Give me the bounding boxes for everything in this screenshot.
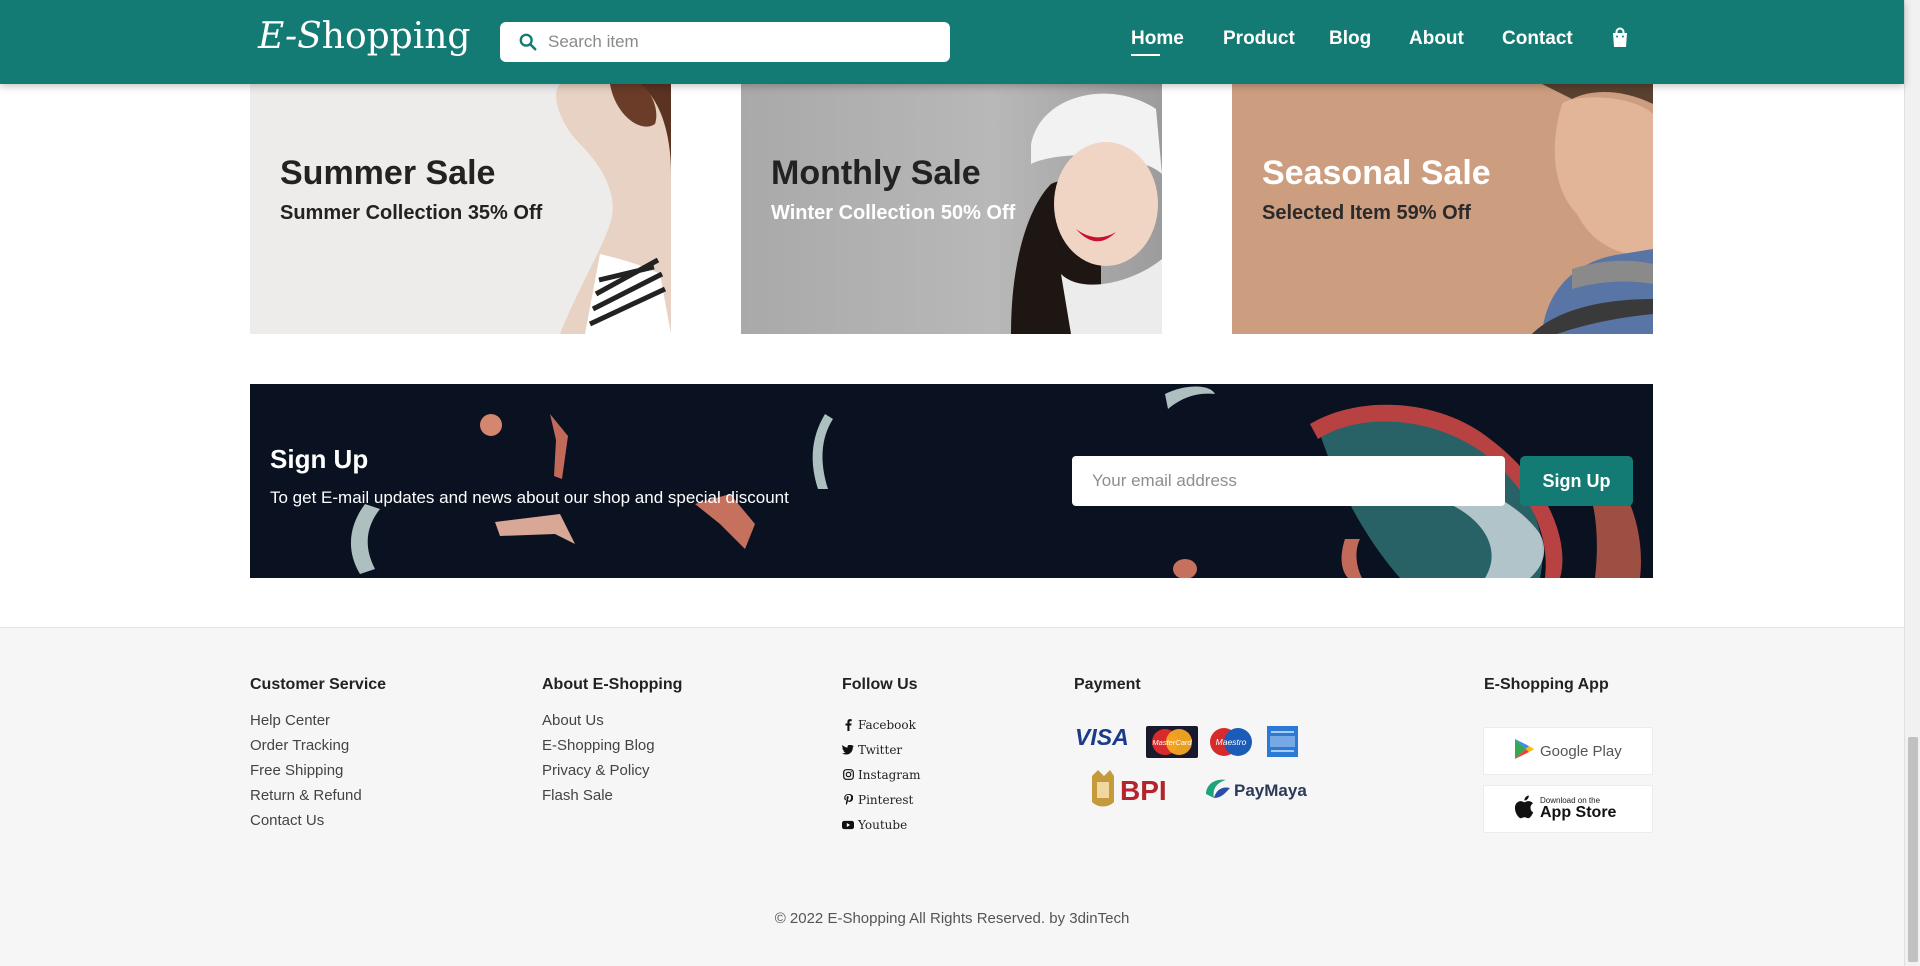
apple-icon (1514, 795, 1534, 824)
logo-rest: hopping (321, 16, 471, 57)
footer-link-about-us[interactable]: About Us (542, 712, 682, 737)
banner-title: Seasonal Sale (1262, 154, 1491, 192)
google-play-button[interactable]: Google Play (1483, 727, 1653, 775)
footer-link-order-tracking[interactable]: Order Tracking (250, 737, 386, 762)
page-scrollbar[interactable] (1904, 0, 1920, 966)
footer-app: E-Shopping App (1484, 676, 1609, 712)
newsletter-signup: Sign Up To get E-mail updates and news a… (250, 384, 1653, 578)
svg-text:BPI: BPI (1120, 775, 1167, 806)
footer-heading: Follow Us (842, 676, 918, 693)
maestro-logo: Maestro (1205, 726, 1257, 763)
mastercard-logo: MasterCard (1146, 726, 1198, 763)
svg-text:Maestro: Maestro (1216, 737, 1247, 747)
social-link-youtube[interactable]: Youtube (842, 812, 921, 837)
footer-heading: Customer Service (250, 676, 387, 693)
svg-text:VISA: VISA (1075, 725, 1129, 749)
social-link-facebook[interactable]: Facebook (842, 712, 921, 737)
footer-heading: Payment (1074, 676, 1141, 693)
google-play-icon (1514, 738, 1534, 765)
banner-subtitle: Winter Collection 50% Off (771, 202, 1016, 224)
banner-title: Monthly Sale (771, 154, 981, 192)
nav-contact[interactable]: Contact (1502, 28, 1573, 50)
paymaya-logo: PayMaya (1204, 776, 1316, 809)
shopping-bag-icon[interactable] (1610, 27, 1630, 54)
social-label: Instagram (858, 767, 921, 782)
bpi-logo: BPI (1088, 768, 1172, 817)
banner-subtitle: Selected Item 59% Off (1262, 202, 1471, 224)
footer-link-blog[interactable]: E-Shopping Blog (542, 737, 682, 762)
banner-seasonal-sale[interactable]: Seasonal Sale Selected Item 59% Off (1232, 84, 1653, 334)
social-label: Twitter (858, 742, 903, 757)
banner-title: Summer Sale (280, 154, 496, 192)
social-link-pinterest[interactable]: Pinterest (842, 787, 921, 812)
social-link-instagram[interactable]: Instagram (842, 762, 921, 787)
model-image (1011, 93, 1162, 334)
copyright-text: © 2022 E-Shopping All Rights Reserved. b… (774, 910, 1130, 927)
nav-about[interactable]: About (1409, 28, 1464, 50)
footer-link-flash-sale[interactable]: Flash Sale (542, 787, 682, 812)
twitter-icon (842, 744, 854, 756)
social-link-twitter[interactable]: Twitter (842, 737, 921, 762)
footer-link-contact-us[interactable]: Contact Us (250, 812, 386, 837)
google-play-label: Google Play (1540, 742, 1622, 760)
nav-home[interactable]: Home (1131, 28, 1184, 56)
amex-logo (1267, 726, 1298, 762)
footer-heading: About E-Shopping (542, 676, 683, 693)
search-bar (500, 22, 950, 62)
brand-logo[interactable]: E-Shopping (258, 16, 470, 57)
signup-description: To get E-mail updates and news about our… (270, 488, 789, 507)
footer-about: About E-Shopping About Us E-Shopping Blo… (542, 676, 682, 812)
search-input[interactable] (548, 32, 928, 52)
visa-logo: VISA (1075, 724, 1135, 754)
app-store-button[interactable]: Download on the App Store (1483, 785, 1653, 833)
app-store-text: Download on the App Store (1540, 797, 1616, 821)
social-label: Facebook (858, 717, 916, 732)
model-image (1532, 84, 1653, 334)
footer-link-help-center[interactable]: Help Center (250, 712, 386, 737)
nav-product[interactable]: Product (1223, 28, 1295, 50)
svg-text:PayMaya: PayMaya (1234, 781, 1307, 800)
footer-link-return-refund[interactable]: Return & Refund (250, 787, 386, 812)
app-store-label: App Store (1540, 804, 1617, 821)
nav-blog[interactable]: Blog (1329, 28, 1371, 50)
signup-button[interactable]: Sign Up (1520, 456, 1633, 506)
youtube-icon (842, 819, 854, 831)
banner-subtitle: Summer Collection 35% Off (280, 202, 543, 224)
footer-link-free-shipping[interactable]: Free Shipping (250, 762, 386, 787)
pinterest-icon (842, 793, 854, 806)
banner-monthly-sale[interactable]: Monthly Sale Winter Collection 50% Off (741, 84, 1162, 334)
scrollbar-thumb[interactable] (1908, 737, 1918, 962)
top-navbar: E-Shopping Home Product Blog About Conta… (0, 0, 1904, 84)
banner-summer-sale[interactable]: Summer Sale Summer Collection 35% Off (250, 84, 671, 334)
email-input[interactable] (1072, 456, 1505, 506)
footer-heading: E-Shopping App (1484, 676, 1609, 693)
search-icon[interactable] (508, 22, 548, 62)
signup-title: Sign Up (270, 444, 369, 474)
footer-link-privacy-policy[interactable]: Privacy & Policy (542, 762, 682, 787)
logo-prefix: E-S (258, 16, 322, 57)
social-label: Youtube (858, 817, 908, 832)
instagram-icon (842, 769, 854, 781)
facebook-icon (842, 718, 854, 731)
footer-customer-service: Customer Service Help Center Order Track… (250, 676, 386, 837)
footer-follow-us: Follow Us Facebook Twitter Instagram Pin… (842, 676, 921, 837)
svg-text:MasterCard: MasterCard (1152, 738, 1192, 747)
footer-payment: Payment (1074, 676, 1141, 712)
site-footer: Customer Service Help Center Order Track… (0, 627, 1904, 966)
social-label: Pinterest (858, 792, 914, 807)
